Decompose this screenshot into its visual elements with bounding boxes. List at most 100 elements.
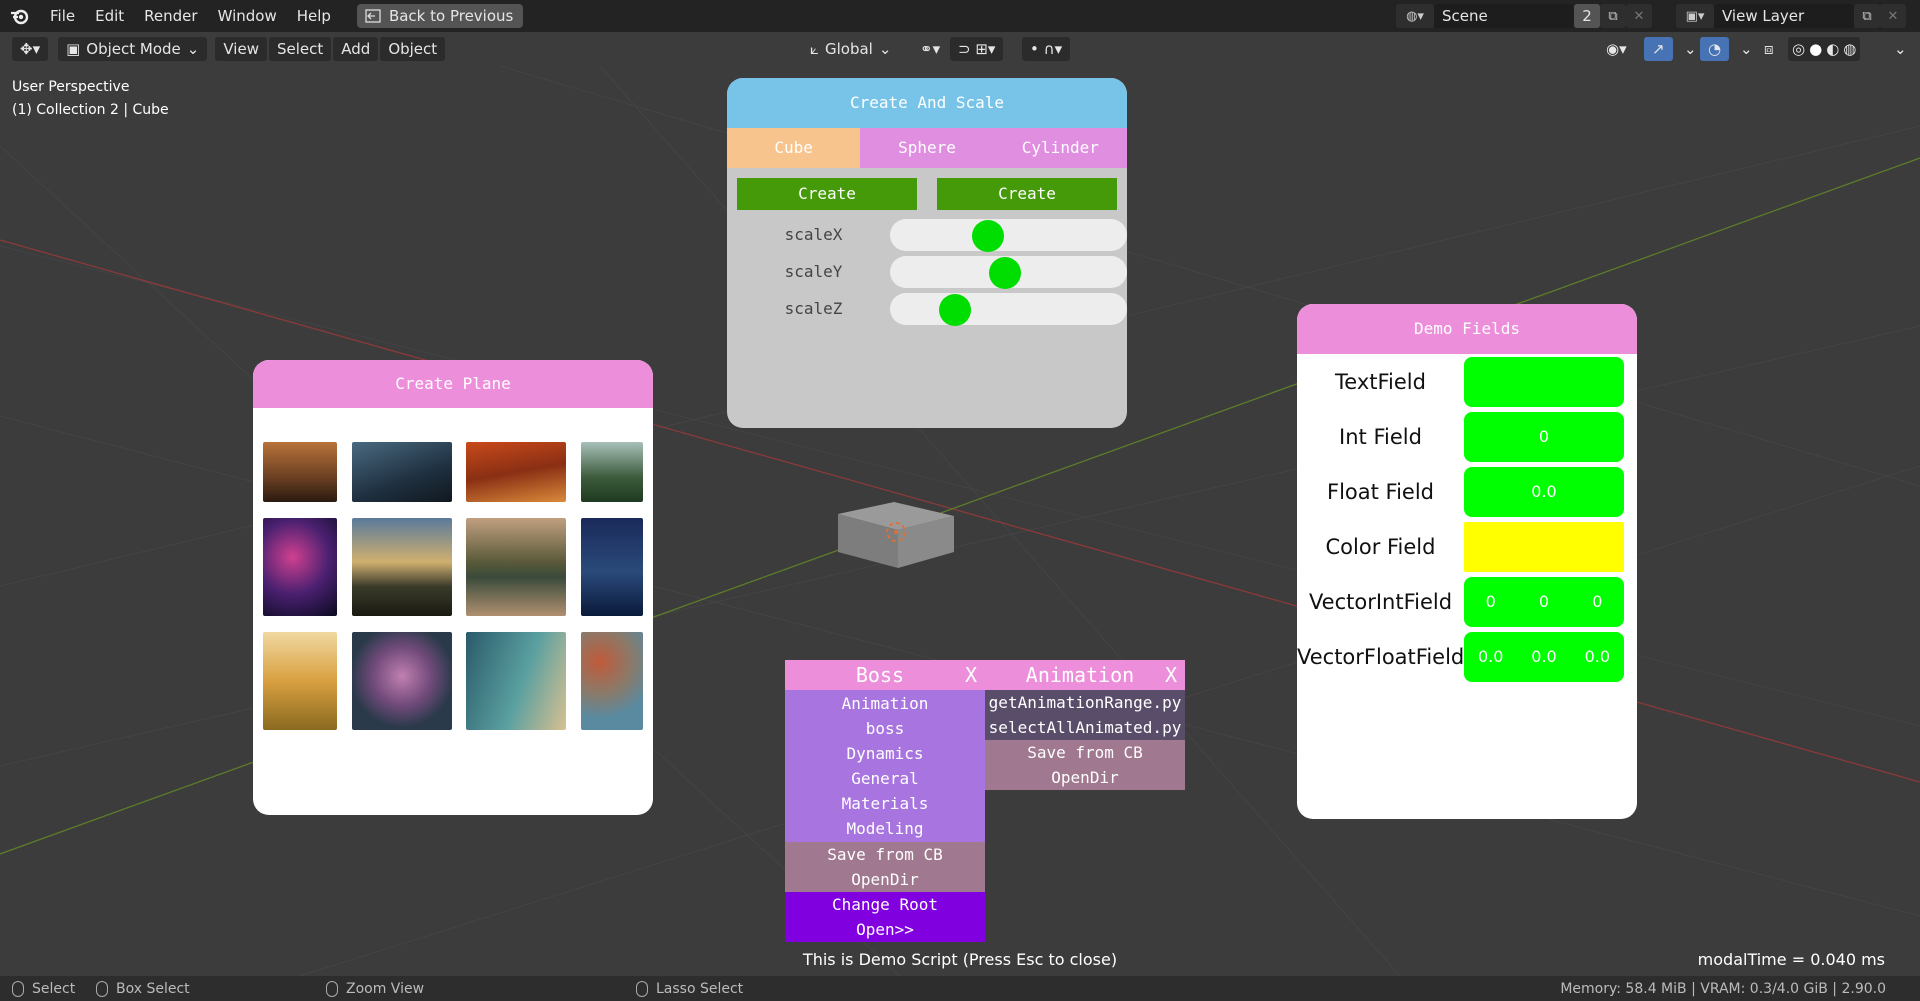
modal-time-readout: modalTime = 0.040 ms <box>1697 950 1885 969</box>
menu-help[interactable]: Help <box>287 0 341 32</box>
material-shading-icon[interactable]: ◐ <box>1826 37 1839 61</box>
boss-item-modeling[interactable]: Modeling <box>785 816 985 841</box>
scene-icon[interactable]: ◍▾ <box>1396 4 1434 28</box>
animation-opendir[interactable]: OpenDir <box>985 765 1185 790</box>
animation-item-get-range[interactable]: getAnimationRange.py <box>985 690 1185 715</box>
boss-opendir[interactable]: OpenDir <box>785 867 985 892</box>
open-button[interactable]: Open>> <box>785 917 985 942</box>
shading-dropdown-icon[interactable]: ⌄ <box>1886 37 1915 61</box>
visibility-icon[interactable]: ◉▾ <box>1598 37 1635 61</box>
menu-file[interactable]: File <box>40 0 85 32</box>
scale-z-slider[interactable] <box>890 292 1127 326</box>
scale-z-knob[interactable] <box>938 293 971 326</box>
thumbnail-lake-reflection[interactable] <box>466 518 566 616</box>
int-field-label: Int Field <box>1339 424 1422 449</box>
text-field-row: TextField <box>1297 354 1637 409</box>
float-field-label: Float Field <box>1326 479 1434 504</box>
vector-int-x[interactable]: 0 <box>1486 592 1496 611</box>
status-box-select-label: Box Select <box>116 980 190 997</box>
scale-y-slider[interactable] <box>890 255 1127 289</box>
scale-x-knob[interactable] <box>972 219 1005 252</box>
blender-logo-icon[interactable] <box>0 0 40 32</box>
new-view-layer-icon[interactable]: ⧉ <box>1854 4 1880 28</box>
boss-item-materials[interactable]: Materials <box>785 791 985 816</box>
thumbnail-elephant-forest[interactable] <box>352 442 452 502</box>
xray-icon[interactable]: ⧈ <box>1756 37 1782 61</box>
thumbnail-pine-forest[interactable] <box>581 442 643 502</box>
thumbnail-milky-way[interactable] <box>263 518 337 616</box>
thumbnail-rose[interactable] <box>352 632 452 730</box>
scale-y-knob[interactable] <box>989 256 1022 289</box>
vector-int-y[interactable]: 0 <box>1539 592 1549 611</box>
text-field-input[interactable] <box>1464 356 1624 407</box>
view-layer-icon[interactable]: ▣▾ <box>1676 4 1714 28</box>
vector-float-x[interactable]: 0.0 <box>1478 647 1503 666</box>
vector-float-z[interactable]: 0.0 <box>1585 647 1610 666</box>
object-mode-dropdown[interactable]: ▣ Object Mode ⌄ <box>58 37 208 61</box>
thumbnail-pebbles[interactable] <box>581 632 643 730</box>
back-to-previous-button[interactable]: Back to Previous <box>356 4 524 28</box>
3d-viewport[interactable]: User Perspective (1) Collection 2 | Cube… <box>0 66 1920 976</box>
pivot-point-icon[interactable]: ⚭▾ <box>912 37 948 61</box>
int-field-input[interactable]: 0 <box>1464 411 1624 462</box>
vector-int-z[interactable]: 0 <box>1592 592 1602 611</box>
thumbnail-night-lake[interactable] <box>581 518 643 616</box>
perspective-label: User Perspective <box>12 79 130 95</box>
solid-shading-icon[interactable]: ● <box>1809 37 1822 61</box>
thumbnail-autumn-road[interactable] <box>466 442 566 502</box>
boss-item-dynamics[interactable]: Dynamics <box>785 741 985 766</box>
new-scene-icon[interactable]: ⧉ <box>1600 4 1626 28</box>
menu-view[interactable]: View <box>215 37 267 61</box>
boss-menu: Boss X Animation boss Dynamics General M… <box>785 660 985 942</box>
transform-orientation-dropdown[interactable]: ⟀ Global ⌄ <box>802 37 899 61</box>
back-to-previous-label: Back to Previous <box>388 7 514 25</box>
create-and-scale-title: Create And Scale <box>727 78 1127 128</box>
snap-icon[interactable]: ⊃ ⊞▾ <box>950 37 1004 61</box>
thumbnail-desert-sunset[interactable] <box>263 442 337 502</box>
menu-render[interactable]: Render <box>134 0 207 32</box>
float-field-input[interactable]: 0.0 <box>1464 466 1624 517</box>
cube-object[interactable] <box>836 496 956 576</box>
animation-close-button[interactable]: X <box>1165 663 1177 687</box>
delete-scene-icon[interactable]: ✕ <box>1626 4 1652 28</box>
create-button-1[interactable]: Create <box>737 178 917 210</box>
status-memory: Memory: 58.4 MiB | VRAM: 0.3/4.0 GiB | 2… <box>1560 980 1886 997</box>
boss-item-general[interactable]: General <box>785 766 985 791</box>
scale-x-slider[interactable] <box>890 218 1127 252</box>
boss-item-boss[interactable]: boss <box>785 716 985 741</box>
vector-int-field-input[interactable]: 0 0 0 <box>1464 576 1624 627</box>
scene-name-field[interactable]: Scene <box>1434 4 1574 28</box>
boss-item-animation[interactable]: Animation <box>785 691 985 716</box>
color-field-swatch[interactable] <box>1464 521 1624 572</box>
rendered-shading-icon[interactable]: ◍ <box>1843 37 1856 61</box>
menu-add[interactable]: Add <box>333 37 379 61</box>
menu-object[interactable]: Object <box>380 37 446 61</box>
scale-z-slider-row: scaleZ <box>727 290 1127 327</box>
thumbnail-beach-aerial[interactable] <box>466 632 566 730</box>
vector-float-y[interactable]: 0.0 <box>1531 647 1556 666</box>
thumbnail-mountain-clouds[interactable] <box>352 518 452 616</box>
wireframe-shading-icon[interactable]: ◎ <box>1792 37 1805 61</box>
proportional-editing-icon[interactable]: • ∩▾ <box>1022 37 1071 61</box>
gizmo-icon[interactable]: ↗ <box>1644 37 1673 61</box>
view-layer-name-field[interactable]: View Layer <box>1714 4 1854 28</box>
create-button-2[interactable]: Create <box>937 178 1117 210</box>
chevron-down-icon: ⌄ <box>186 40 200 58</box>
delete-view-layer-icon[interactable]: ✕ <box>1880 4 1906 28</box>
animation-item-select-all[interactable]: selectAllAnimated.py <box>985 715 1185 740</box>
editor-type-icon[interactable]: ✥▾ <box>12 37 49 61</box>
menu-select[interactable]: Select <box>268 37 332 61</box>
tab-cylinder[interactable]: Cylinder <box>994 128 1127 168</box>
animation-save-from-cb[interactable]: Save from CB <box>985 740 1185 765</box>
boss-close-button[interactable]: X <box>965 663 977 687</box>
menu-window[interactable]: Window <box>208 0 287 32</box>
status-zoom-view: Zoom View <box>326 980 424 997</box>
change-root-button[interactable]: Change Root <box>785 892 985 917</box>
menu-edit[interactable]: Edit <box>85 0 134 32</box>
thumbnail-poppies[interactable] <box>263 632 337 730</box>
tab-cube[interactable]: Cube <box>727 128 861 168</box>
tab-sphere[interactable]: Sphere <box>860 128 993 168</box>
boss-save-from-cb[interactable]: Save from CB <box>785 842 985 867</box>
overlays-icon[interactable]: ◔ <box>1700 37 1730 61</box>
vector-float-field-input[interactable]: 0.0 0.0 0.0 <box>1464 631 1624 682</box>
